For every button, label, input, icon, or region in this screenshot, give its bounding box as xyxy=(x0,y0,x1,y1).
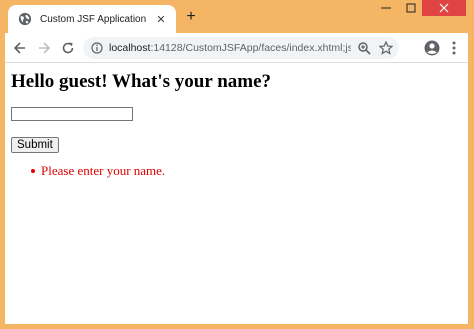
tab-close-icon[interactable]: ✕ xyxy=(154,12,168,26)
reload-button[interactable] xyxy=(59,39,77,57)
page-content: Hello guest! What's your name? Submit Pl… xyxy=(5,63,468,324)
tab-title: Custom JSF Application xyxy=(40,13,147,25)
name-input[interactable] xyxy=(11,107,133,121)
reload-icon xyxy=(62,42,74,54)
url-host: localhost xyxy=(109,42,151,54)
tab-strip: Custom JSF Application ✕ + xyxy=(0,0,474,33)
zoom-icon[interactable] xyxy=(357,41,371,55)
back-button[interactable] xyxy=(11,39,29,57)
browser-tab[interactable]: Custom JSF Application ✕ xyxy=(8,5,176,33)
forward-button[interactable] xyxy=(35,39,53,57)
menu-icon[interactable] xyxy=(446,40,462,56)
error-messages: Please enter your name. xyxy=(31,163,165,179)
info-icon[interactable] xyxy=(91,42,103,54)
new-tab-button[interactable]: + xyxy=(182,8,200,26)
maximize-icon xyxy=(406,3,416,13)
url-path: :14128/CustomJSFApp/faces/index.xhtml;js… xyxy=(150,42,351,54)
maximize-button[interactable] xyxy=(400,0,422,16)
minimize-icon xyxy=(381,7,391,9)
star-icon[interactable] xyxy=(379,41,393,55)
account-icon[interactable] xyxy=(424,40,440,56)
close-icon xyxy=(439,3,449,13)
page-heading: Hello guest! What's your name? xyxy=(11,71,272,92)
browser-toolbar: localhost:14128/CustomJSFApp/faces/index… xyxy=(5,33,468,63)
globe-icon xyxy=(18,12,32,26)
window-close-button[interactable] xyxy=(422,0,466,16)
forward-icon xyxy=(39,42,51,54)
error-message: Please enter your name. xyxy=(31,163,165,179)
address-bar[interactable]: localhost:14128/CustomJSFApp/faces/index… xyxy=(83,37,399,59)
url-text: localhost:14128/CustomJSFApp/faces/index… xyxy=(109,42,351,54)
minimize-button[interactable] xyxy=(375,0,397,16)
back-icon xyxy=(13,42,25,54)
submit-button[interactable]: Submit xyxy=(11,137,59,153)
